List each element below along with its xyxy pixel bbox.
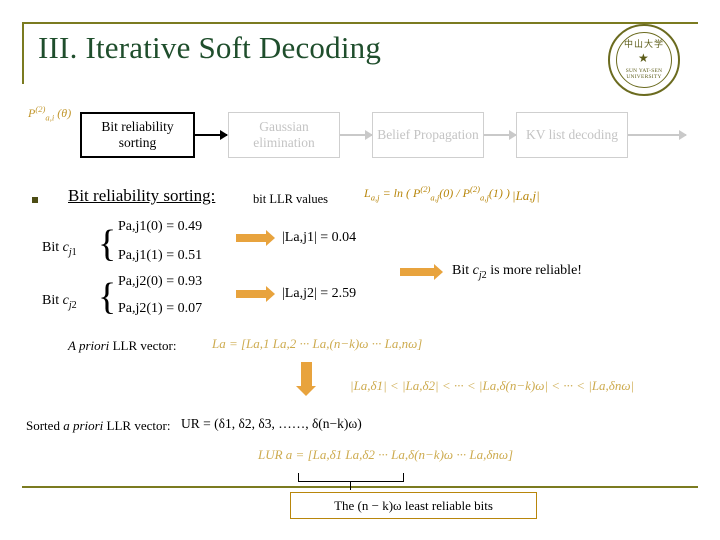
frame-bottom-rule (22, 486, 698, 488)
flow-box-0-label: Bit reliability sorting (101, 119, 174, 150)
bit-2-prob-1: Pa,j2(1) = 0.07 (118, 301, 203, 316)
bit-1-llr-value: |La,j1| = 0.04 (282, 230, 357, 245)
section-heading: Bit reliability sorting: (68, 186, 216, 205)
flow-box-3-label: KV list decoding (526, 127, 618, 142)
bit-2-brace-icon: { (98, 276, 117, 318)
apriori-down-arrow (296, 362, 317, 396)
apriori-label-rest: LLR vector: (109, 338, 177, 353)
flow-arrow-2 (340, 130, 373, 140)
sorted-label-italic: a priori (63, 418, 104, 433)
conclusion-arrow (400, 264, 444, 280)
flow-box-kv-list-decoding[interactable]: KV list decoding (516, 112, 628, 158)
apriori-llr-label: A priori LLR vector: (68, 338, 176, 354)
flow-arrow-3 (484, 130, 517, 140)
flow-arrow-4 (628, 130, 687, 140)
page-title: III. Iterative Soft Decoding (38, 30, 382, 65)
apriori-label-italic: A priori (68, 338, 110, 353)
bit-1-prob-1: Pa,j1(1) = 0.51 (118, 248, 203, 263)
flow-box-bit-reliability-sorting[interactable]: Bit reliability sorting (80, 112, 195, 158)
ordering-chain-equation: |La,δ1| < |La,δ2| < ··· < |La,δ(n−k)ω| <… (350, 378, 635, 393)
flow-box-1-label: Gaussian elimination (253, 119, 315, 150)
bit-2-arrow (236, 286, 276, 302)
bit-2-llr-value: |La,j2| = 2.59 (282, 286, 357, 301)
bit-1-arrow (236, 230, 276, 246)
bit-1-brace-icon: { (98, 223, 117, 265)
apriori-llr-equation: La = [La,1 La,2 ··· La,(n−k)ω ··· La,nω] (212, 336, 423, 351)
university-seal-icon: 中山大学 ★ SUN YAT-SEN UNIVERSITY (608, 24, 684, 100)
slide-root: III. Iterative Soft Decoding 中山大学 ★ SUN … (0, 0, 720, 540)
flow-box-belief-propagation[interactable]: Belief Propagation (372, 112, 484, 158)
flow-input-label: P(2)a,i (θ) (28, 104, 72, 123)
seal-english-text: SUN YAT-SEN UNIVERSITY (625, 68, 663, 80)
seal-chinese-text: 中山大学 (623, 39, 664, 49)
conclusion-text: Bit cj2 is more reliable! (452, 263, 582, 281)
sorted-llr-label: Sorted a priori LLR vector: (26, 418, 170, 434)
seal-star-icon: ★ (638, 51, 649, 65)
bit-2-label: Bit cj2 (42, 293, 77, 311)
bit-1-prob-0: Pa,j1(0) = 0.49 (118, 219, 203, 234)
section-subtitle: bit LLR values (253, 192, 328, 206)
llr-magnitude-equation: |La,j| (512, 188, 540, 203)
flow-arrow-1 (195, 130, 228, 140)
bottom-note-box: The (n − k)ω least reliable bits (290, 492, 537, 519)
llr-definition-equation: La,j = ln ( P(2)a,j(0) / P(2)a,j(1) ) (364, 184, 510, 203)
bit-2-prob-0: Pa,j2(0) = 0.93 (118, 274, 203, 289)
frame-left-rule (22, 22, 24, 84)
flow-box-gaussian-elimination[interactable]: Gaussian elimination (228, 112, 340, 158)
sorted-label-pre: Sorted (26, 418, 64, 433)
sorted-label-post: LLR vector: (103, 418, 171, 433)
least-reliable-underbrace-stem (350, 481, 351, 490)
bottom-note-text: The (n − k)ω least reliable bits (334, 497, 493, 513)
bit-1-label: Bit cj1 (42, 240, 77, 258)
bullet-marker-icon (32, 197, 38, 203)
sorted-llr-vector-equation: LUR a = [La,δ1 La,δ2 ··· La,δ(n−k)ω ··· … (258, 447, 514, 462)
least-reliable-underbrace (298, 473, 404, 482)
flow-box-2-label: Belief Propagation (377, 127, 479, 142)
ur-equation: UR = (δ1, δ2, δ3, ……, δ(n−k)ω) (181, 416, 362, 431)
frame-top-rule (22, 22, 698, 24)
